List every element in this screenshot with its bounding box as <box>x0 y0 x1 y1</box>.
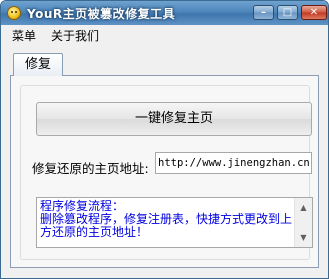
window-title: YouR主页被篡改修复工具 <box>27 7 176 21</box>
scroll-down-icon[interactable]: ▼ <box>295 229 312 246</box>
homepage-url-input[interactable]: http://www.jinengzhan.cn <box>155 152 312 174</box>
content-group: 一键修复主页 修复还原的主页地址: http://www.jinengzhan.… <box>20 85 313 260</box>
title-bar[interactable]: YouR主页被篡改修复工具 – □ ✕ <box>1 1 328 25</box>
app-window: YouR主页被篡改修复工具 – □ ✕ 菜单 关于我们 修复 一键修复主页 修复… <box>0 0 329 279</box>
minimize-button[interactable]: – <box>253 5 274 20</box>
repair-notes-text: 程序修复流程： 删除篡改程序，修复注册表，快捷方式更改到上方还原的主页地址！ <box>40 199 293 239</box>
repair-notes-textarea[interactable]: 程序修复流程： 删除篡改程序，修复注册表，快捷方式更改到上方还原的主页地址！ ▲… <box>36 197 313 248</box>
tab-repair[interactable]: 修复 <box>13 53 63 76</box>
menu-bar: 菜单 关于我们 <box>1 25 328 45</box>
homepage-url-label: 修复还原的主页地址: <box>32 161 149 176</box>
notes-scrollbar[interactable]: ▲ ▼ <box>294 198 312 247</box>
maximize-button[interactable]: □ <box>277 5 298 20</box>
one-click-repair-button[interactable]: 一键修复主页 <box>36 102 312 136</box>
scroll-up-icon[interactable]: ▲ <box>295 199 312 216</box>
menu-item-about[interactable]: 关于我们 <box>51 27 99 44</box>
repair-tab-panel: 一键修复主页 修复还原的主页地址: http://www.jinengzhan.… <box>10 75 319 268</box>
close-button[interactable]: ✕ <box>301 5 327 20</box>
tab-strip: 修复 <box>1 47 328 77</box>
menu-item-main[interactable]: 菜单 <box>12 27 36 44</box>
smiley-app-icon <box>7 6 21 20</box>
